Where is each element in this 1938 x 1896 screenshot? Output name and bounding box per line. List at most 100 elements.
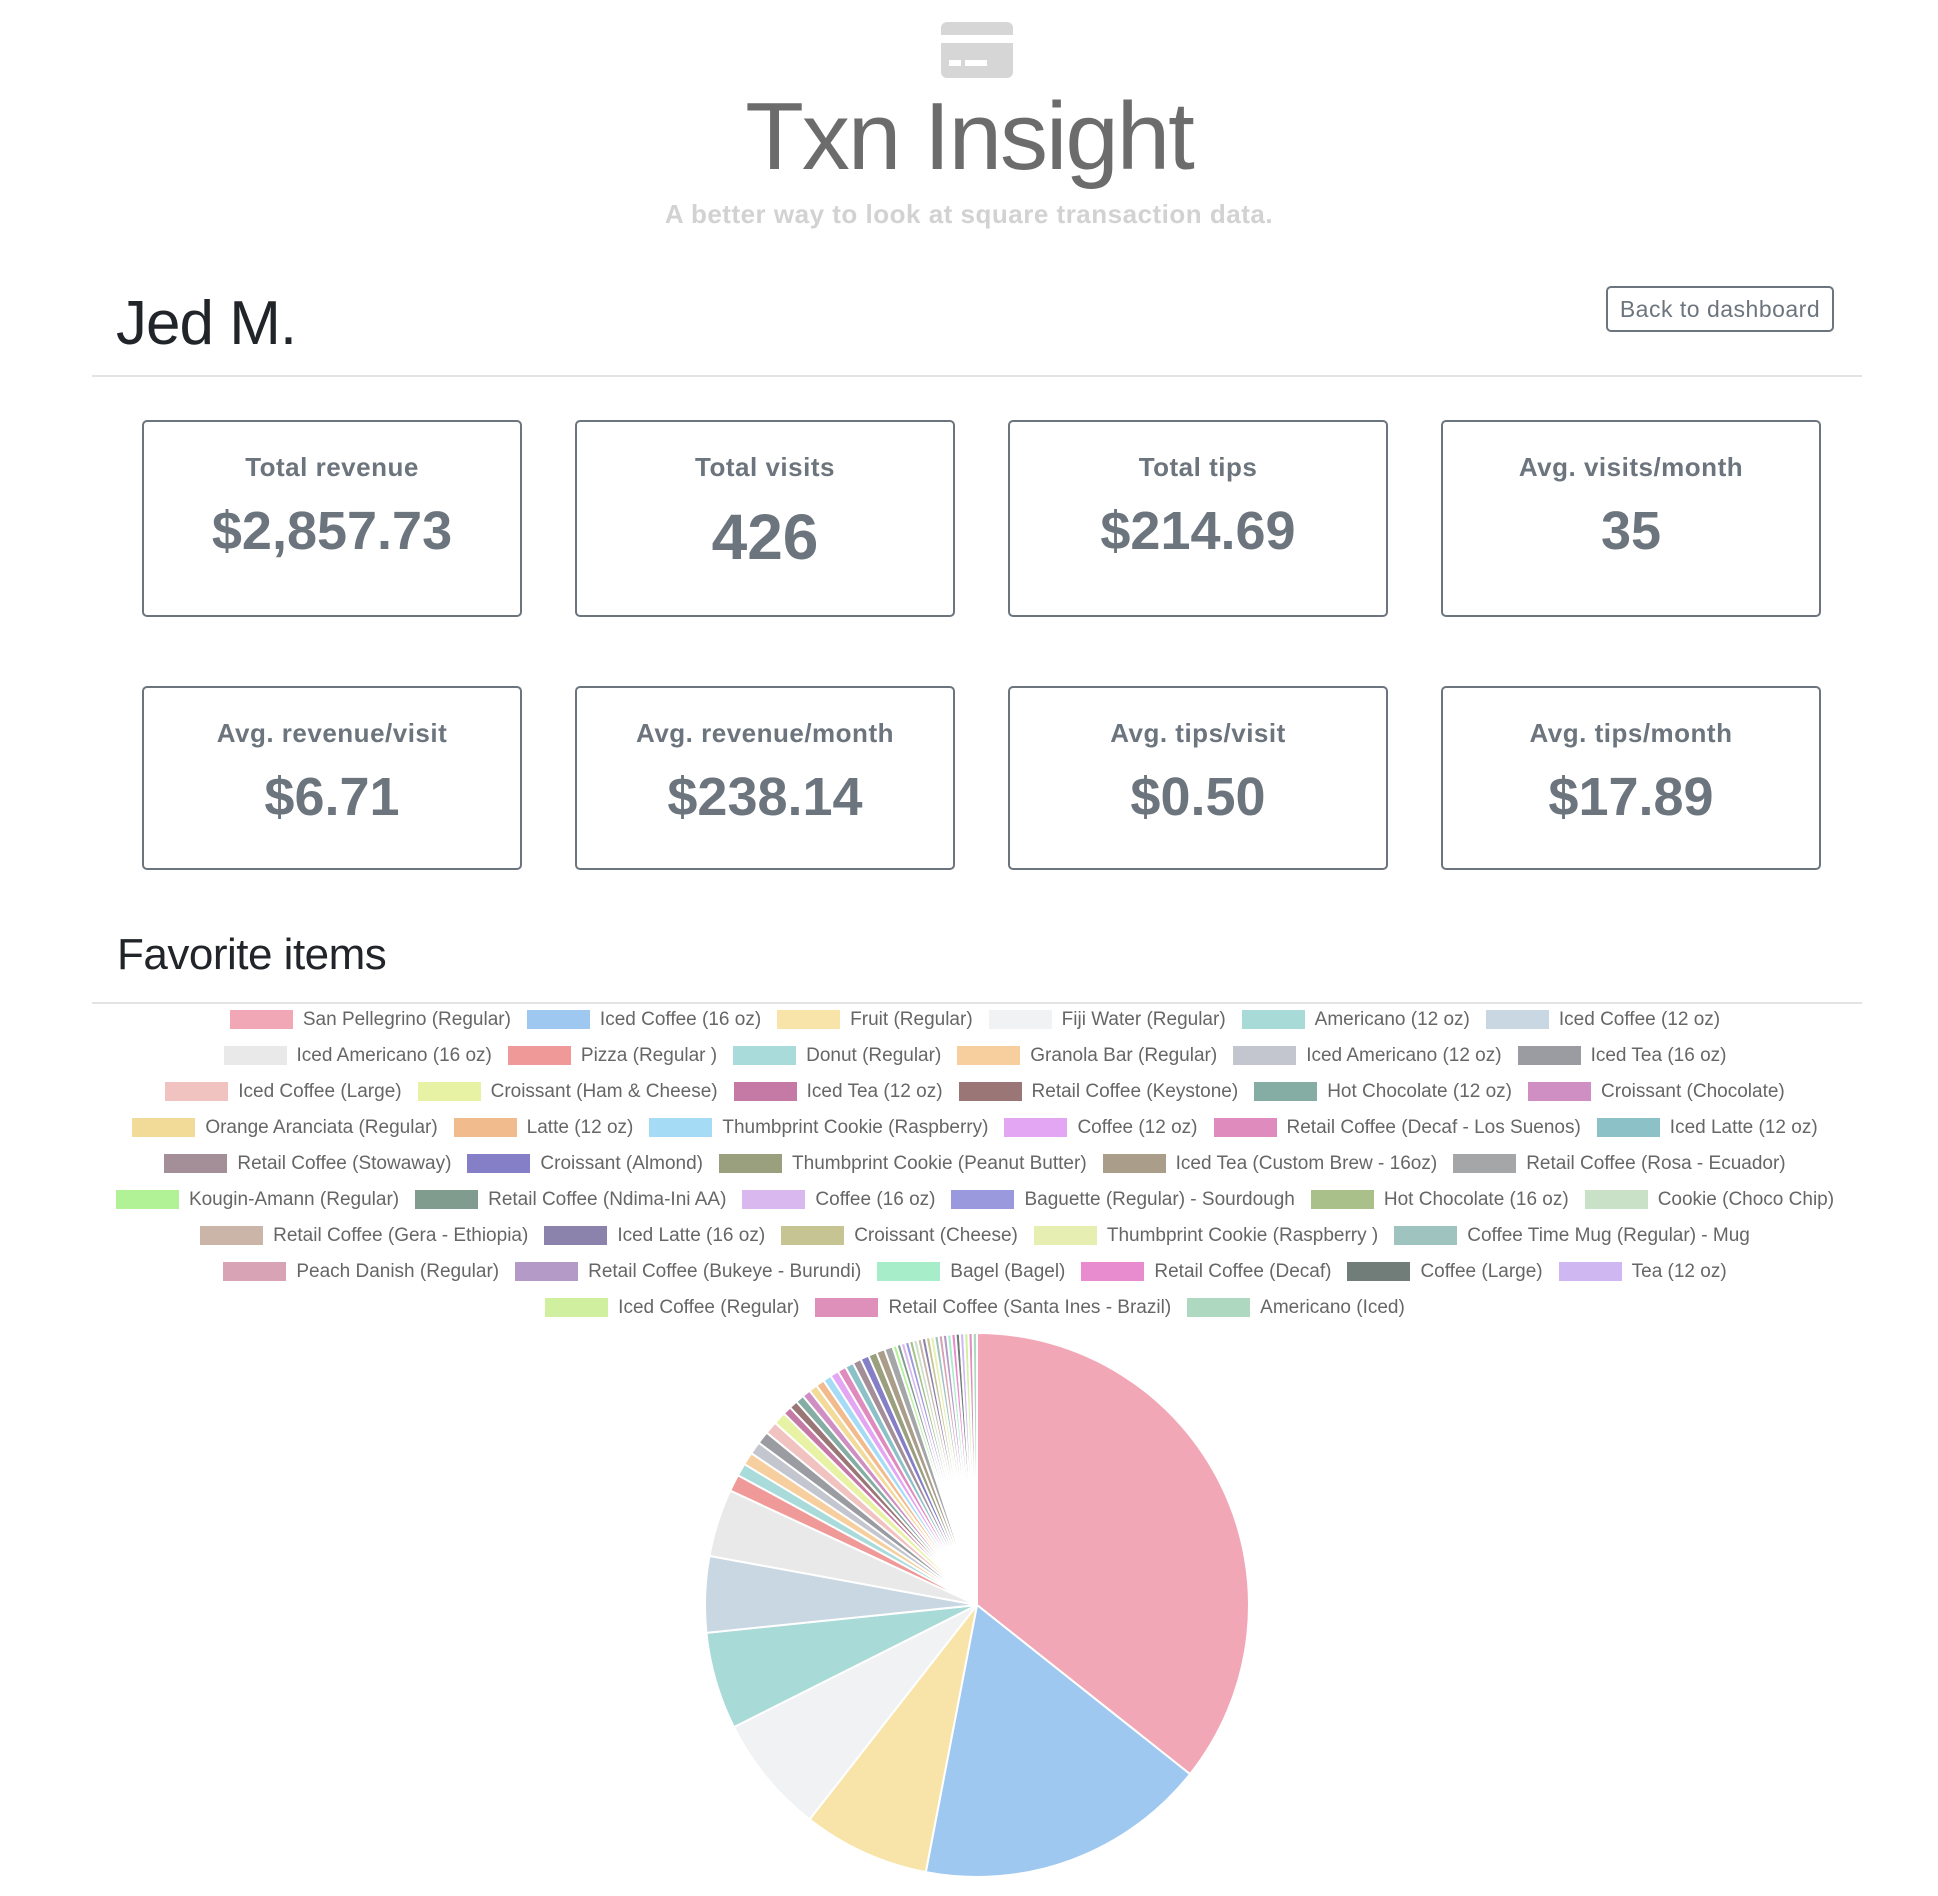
legend-label: Kougin-Amann (Regular): [188, 1188, 400, 1210]
legend-swatch: [1517, 1046, 1581, 1065]
legend-swatch: [1596, 1118, 1660, 1137]
legend-item[interactable]: Iced Coffee (Regular): [545, 1295, 799, 1320]
legend-item[interactable]: Tea (12 oz): [1558, 1259, 1727, 1284]
legend-swatch: [223, 1046, 287, 1065]
legend-label: Croissant (Almond): [540, 1152, 704, 1174]
legend-item[interactable]: Americano (Iced): [1187, 1295, 1405, 1320]
legend-swatch: [1081, 1262, 1145, 1281]
legend-item[interactable]: Coffee Time Mug (Regular) - Mug: [1394, 1223, 1750, 1248]
legend-item[interactable]: Donut (Regular): [733, 1043, 941, 1068]
legend-label: Iced Coffee (Large): [238, 1080, 402, 1102]
stat-card-total-visits: Total visits 426: [575, 420, 955, 617]
legend-item[interactable]: Kougin-Amann (Regular): [115, 1187, 400, 1212]
legend-item[interactable]: Thumbprint Cookie (Peanut Butter): [719, 1151, 1087, 1176]
legend-item[interactable]: Pizza (Regular ): [507, 1043, 717, 1068]
legend-label: Iced Tea (16 oz): [1590, 1044, 1727, 1066]
stat-value: $214.69: [1100, 501, 1296, 561]
legend-item[interactable]: Fiji Water (Regular): [988, 1007, 1226, 1032]
stat-card-total-revenue: Total revenue $2,857.73: [142, 420, 522, 617]
legend-item[interactable]: Iced Tea (Custom Brew - 16oz): [1102, 1151, 1437, 1176]
legend-item[interactable]: Coffee (12 oz): [1004, 1115, 1198, 1140]
legend-label: Croissant (Cheese): [854, 1224, 1018, 1246]
stat-label: Avg. revenue/month: [636, 718, 894, 748]
legend-swatch: [957, 1046, 1021, 1065]
legend-item[interactable]: Iced Americano (16 oz): [223, 1043, 492, 1068]
legend-item[interactable]: Baguette (Regular) - Sourdough: [951, 1187, 1295, 1212]
legend-item[interactable]: Retail Coffee (Rosa - Ecuador): [1453, 1151, 1786, 1176]
legend-item[interactable]: Iced Latte (16 oz): [544, 1223, 765, 1248]
legend-item[interactable]: Retail Coffee (Santa Ines - Brazil): [815, 1295, 1171, 1320]
legend-swatch: [515, 1262, 579, 1281]
legend-item[interactable]: Croissant (Almond): [467, 1151, 703, 1176]
legend-label: Coffee (16 oz): [815, 1188, 936, 1210]
legend-label: Iced Coffee (Regular): [618, 1296, 800, 1318]
legend-item[interactable]: Retail Coffee (Bukeye - Burundi): [515, 1259, 861, 1284]
legend-item[interactable]: San Pellegrino (Regular): [229, 1007, 511, 1032]
legend-swatch: [1233, 1046, 1297, 1065]
legend-item[interactable]: Bagel (Bagel): [877, 1259, 1065, 1284]
legend-item[interactable]: Iced Latte (12 oz): [1596, 1115, 1818, 1140]
legend-label: Retail Coffee (Decaf - Los Suenos): [1286, 1116, 1581, 1138]
legend-item[interactable]: Retail Coffee (Stowaway): [164, 1151, 451, 1176]
legend-item[interactable]: Americano (12 oz): [1241, 1007, 1470, 1032]
legend-item[interactable]: Orange Aranciata (Regular): [132, 1115, 438, 1140]
legend-label: Retail Coffee (Decaf): [1154, 1260, 1332, 1282]
legend-item[interactable]: Croissant (Ham & Cheese): [417, 1079, 718, 1104]
legend-item[interactable]: Iced Coffee (Large): [165, 1079, 402, 1104]
legend-item[interactable]: Iced Coffee (12 oz): [1485, 1007, 1720, 1032]
legend-item[interactable]: Retail Coffee (Gera - Ethiopia): [200, 1223, 528, 1248]
legend-item[interactable]: Iced Tea (12 oz): [733, 1079, 943, 1104]
legend-item[interactable]: Cookie (Choco Chip): [1584, 1187, 1834, 1212]
favorite-items-title: Favorite items: [117, 930, 387, 979]
legend-item[interactable]: Latte (12 oz): [453, 1115, 633, 1140]
legend-label: Fruit (Regular): [850, 1008, 973, 1030]
legend-label: Thumbprint Cookie (Raspberry ): [1106, 1224, 1379, 1246]
legend-item[interactable]: Iced Coffee (16 oz): [526, 1007, 761, 1032]
legend-swatch: [526, 1010, 590, 1029]
stat-card-avg-visits-month: Avg. visits/month 35: [1441, 420, 1821, 617]
legend-swatch: [733, 1082, 797, 1101]
legend-label: Coffee (Large): [1420, 1260, 1543, 1282]
legend-swatch: [719, 1154, 783, 1173]
legend-item[interactable]: Retail Coffee (Decaf - Los Suenos): [1213, 1115, 1581, 1140]
legend-swatch: [1485, 1010, 1549, 1029]
legend-item[interactable]: Thumbprint Cookie (Raspberry): [649, 1115, 988, 1140]
legend-item[interactable]: Coffee (16 oz): [742, 1187, 935, 1212]
legend-swatch: [1254, 1082, 1318, 1101]
back-to-dashboard-button[interactable]: Back to dashboard: [1606, 286, 1834, 332]
stat-card-avg-revenue-month: Avg. revenue/month $238.14: [575, 686, 955, 870]
legend-item[interactable]: Iced Tea (16 oz): [1517, 1043, 1727, 1068]
legend-item[interactable]: Hot Chocolate (12 oz): [1254, 1079, 1512, 1104]
stat-card-total-tips: Total tips $214.69: [1008, 420, 1388, 617]
legend-swatch: [815, 1298, 879, 1317]
legend-item[interactable]: Croissant (Cheese): [781, 1223, 1018, 1248]
stat-label: Total tips: [1138, 452, 1258, 482]
legend-item[interactable]: Granola Bar (Regular): [957, 1043, 1217, 1068]
legend-label: Retail Coffee (Keystone): [1031, 1080, 1239, 1102]
legend-item[interactable]: Fruit (Regular): [777, 1007, 973, 1032]
chart-legend: San Pellegrino (Regular) Iced Coffee (16 …: [95, 1007, 1855, 1320]
legend-item[interactable]: Retail Coffee (Decaf): [1081, 1259, 1331, 1284]
customer-name: Jed M.: [116, 289, 297, 358]
legend-label: Hot Chocolate (12 oz): [1327, 1080, 1513, 1102]
legend-label: Iced Americano (16 oz): [296, 1044, 492, 1066]
stat-label: Total visits: [695, 452, 835, 482]
legend-swatch: [417, 1082, 481, 1101]
legend-label: San Pellegrino (Regular): [302, 1008, 511, 1030]
legend-item[interactable]: Croissant (Chocolate): [1528, 1079, 1785, 1104]
legend-item[interactable]: Thumbprint Cookie (Raspberry ): [1033, 1223, 1379, 1248]
legend-item[interactable]: Peach Danish (Regular): [223, 1259, 499, 1284]
legend-swatch: [1528, 1082, 1592, 1101]
legend-item[interactable]: Iced Americano (12 oz): [1233, 1043, 1502, 1068]
legend-swatch: [649, 1118, 713, 1137]
legend-item[interactable]: Retail Coffee (Keystone): [958, 1079, 1239, 1104]
legend-item[interactable]: Coffee (Large): [1347, 1259, 1543, 1284]
legend-swatch: [132, 1118, 196, 1137]
legend-item[interactable]: Hot Chocolate (16 oz): [1310, 1187, 1569, 1212]
legend-item[interactable]: Retail Coffee (Ndima-Ini AA): [415, 1187, 726, 1212]
legend-swatch: [223, 1262, 287, 1281]
legend-swatch: [507, 1046, 571, 1065]
pie-chart-svg: [704, 1331, 1250, 1878]
legend-label: Retail Coffee (Rosa - Ecuador): [1526, 1152, 1786, 1174]
legend-swatch: [988, 1010, 1052, 1029]
